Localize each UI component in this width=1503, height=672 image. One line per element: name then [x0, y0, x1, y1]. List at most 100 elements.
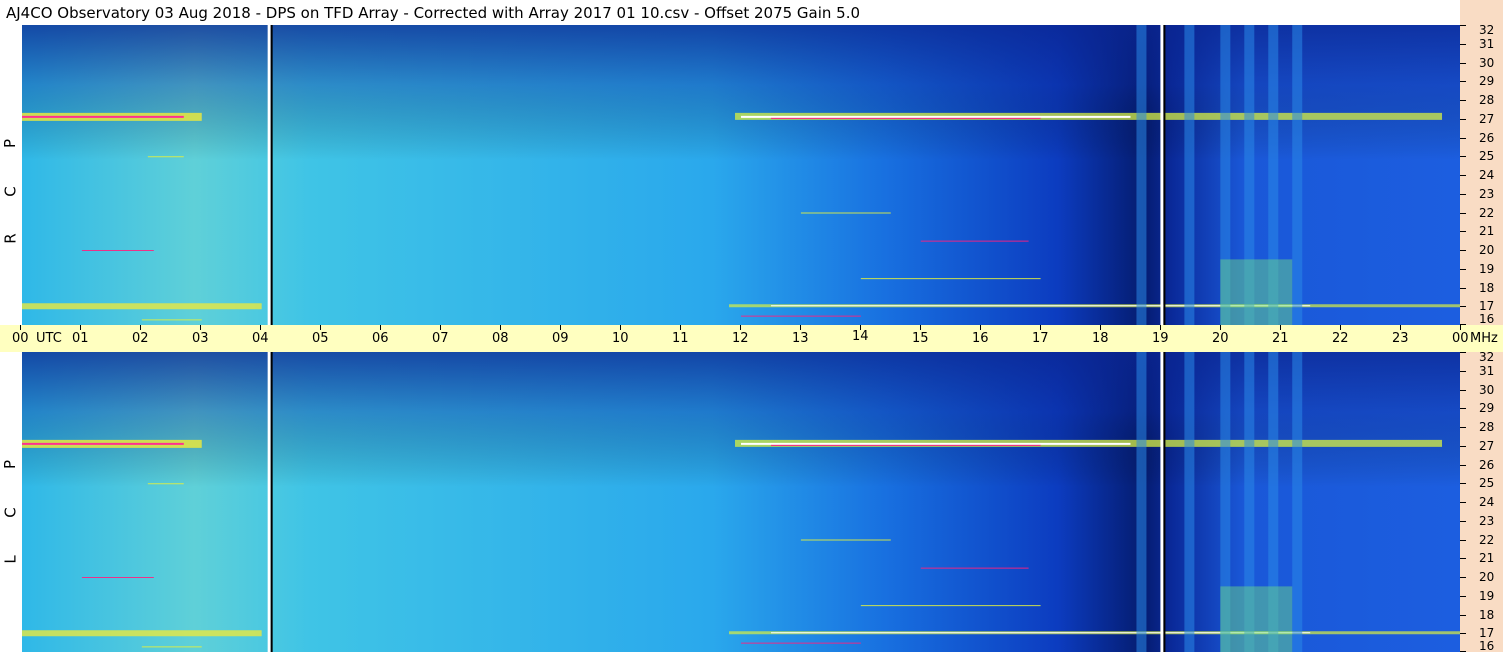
time-tick [920, 325, 921, 330]
mhz-label: MHz [1470, 331, 1498, 346]
time-tick-label: 15 [912, 331, 929, 346]
freq-tick-label: 17 [1479, 626, 1495, 641]
band-17-left [22, 303, 262, 310]
band-27-left-core [22, 442, 184, 445]
freq-tick [1460, 502, 1466, 503]
bottom-margin [0, 652, 1503, 672]
time-tick-label: 14 [852, 329, 869, 344]
time-tick-label: 04 [252, 331, 269, 346]
freq-tick-label: 16 [1479, 312, 1495, 326]
rcp-spectrogram [22, 25, 1460, 325]
band-27-left-core [22, 115, 184, 118]
noise-line [920, 567, 1029, 569]
freq-tick [1460, 445, 1466, 447]
lcp-spectrogram [22, 352, 1460, 652]
rcp-label: P C R [1, 136, 21, 246]
freq-tick [1460, 156, 1466, 158]
freq-tick [1460, 408, 1466, 410]
time-tick-label: 07 [432, 331, 449, 346]
freq-tick [1460, 306, 1466, 308]
freq-tick [1460, 464, 1466, 466]
marker-line-white [267, 352, 271, 652]
time-tick-label: 11 [672, 331, 689, 346]
freq-tick-label: 26 [1479, 130, 1495, 145]
time-tick [1040, 325, 1041, 330]
time-tick [200, 325, 201, 330]
noise-line [800, 539, 891, 541]
broadband-bright-patch [1220, 586, 1293, 652]
time-tick-label: 01 [72, 331, 89, 346]
time-tick [140, 325, 141, 330]
rcp-letter-p: R [1, 233, 20, 244]
time-tick-label: 06 [372, 331, 389, 346]
band-17-left [22, 630, 262, 637]
lcp-label: P C L [1, 457, 21, 567]
freq-tick-label: 28 [1479, 420, 1495, 434]
freq-tick-label: 21 [1479, 224, 1495, 239]
time-tick-label: 16 [972, 331, 989, 346]
time-tick-label: 00 [1452, 331, 1469, 346]
marker-line-black [270, 352, 273, 652]
time-tick-label: 13 [792, 331, 809, 346]
lcp-letter-p: L [1, 555, 20, 564]
freq-tick-label: 19 [1479, 588, 1495, 603]
freq-tick [1460, 193, 1466, 195]
time-tick [980, 325, 981, 330]
broadband-column [1184, 25, 1195, 325]
time-tick-label: 09 [552, 331, 569, 346]
freq-tick [1460, 250, 1466, 251]
time-tick-label: 02 [132, 331, 149, 346]
freq-tick [1460, 231, 1466, 233]
lcp-letter-l: P [1, 459, 20, 470]
utc-label: UTC [36, 331, 62, 346]
title-bar: AJ4CO Observatory 03 Aug 2018 - DPS on T… [0, 0, 1460, 26]
band-27-right-red [770, 444, 1041, 446]
spectrogram-svg [22, 25, 1460, 325]
freq-tick [1460, 614, 1466, 616]
freq-tick [1460, 287, 1466, 289]
spectrogram-svg [22, 352, 1460, 652]
freq-tick-label: 25 [1479, 149, 1495, 164]
time-tick [1280, 325, 1281, 330]
marker-line-black [1163, 352, 1166, 652]
freq-tick [1460, 25, 1466, 26]
freq-tick [1460, 595, 1466, 597]
freq-tick-label: 29 [1479, 74, 1495, 89]
time-tick-label: 10 [612, 331, 629, 346]
freq-tick-label: 27 [1479, 438, 1495, 453]
marker-line-white [267, 25, 271, 325]
freq-tick [1460, 520, 1466, 522]
time-tick [20, 325, 21, 330]
freq-tick [1460, 539, 1466, 541]
freq-tick [1460, 212, 1466, 214]
time-tick [1160, 325, 1161, 330]
time-tick-label: 21 [1272, 331, 1289, 346]
freq-tick [1460, 62, 1466, 64]
broadband-column [1136, 352, 1147, 652]
freq-tick-label: 24 [1479, 495, 1495, 509]
freq-tick-label: 20 [1479, 243, 1495, 257]
lcp-letter-c: C [1, 506, 20, 518]
band-27-right-core [741, 442, 1131, 445]
marker-line-black [270, 25, 273, 325]
freq-tick-label: 18 [1479, 280, 1495, 295]
freq-tick-label: 30 [1479, 382, 1495, 397]
freq-tick-label: 29 [1479, 401, 1495, 416]
freq-tick [1460, 558, 1466, 560]
freq-tick [1460, 137, 1466, 139]
time-tick-label: 18 [1092, 331, 1109, 346]
freq-tick-label: 26 [1479, 457, 1495, 472]
freq-tick [1460, 268, 1466, 270]
freq-tick [1460, 81, 1466, 83]
noise-line [141, 646, 202, 648]
time-tick-label: 22 [1332, 331, 1349, 346]
freq-tick-label: 31 [1479, 36, 1495, 51]
noise-line [800, 212, 891, 214]
rcp-letter-r: P [1, 138, 20, 149]
noise-line [147, 483, 184, 485]
freq-tick [1460, 389, 1466, 391]
time-tick [380, 325, 381, 330]
time-tick [80, 325, 81, 330]
marker-line-white [1160, 25, 1164, 325]
freq-tick-label: 20 [1479, 570, 1495, 584]
